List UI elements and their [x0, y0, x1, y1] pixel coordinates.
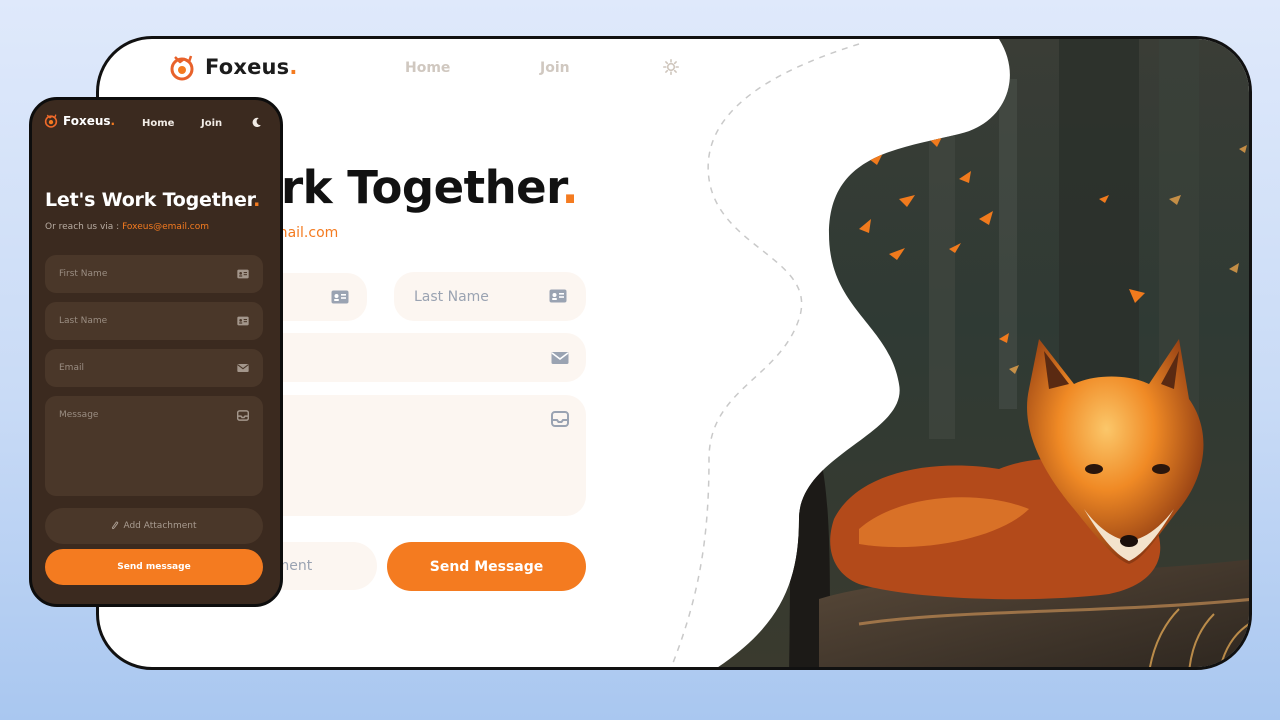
mobile-reach-text: Or reach us via : Foxeus@email.com [45, 222, 210, 232]
mobile-brand-name: Foxeus [63, 113, 111, 128]
mobile-nav-home[interactable]: Home [142, 118, 174, 129]
email-placeholder: Email [59, 363, 84, 373]
attachment-label: Add Attachment [123, 521, 197, 531]
mobile-first-name-field[interactable]: First Name [45, 255, 263, 293]
desktop-send-message-button[interactable]: Send Message [387, 542, 586, 591]
id-card-icon [237, 316, 249, 326]
mobile-mockup: Foxeus. Home Join Let's Work Together. O… [29, 97, 283, 607]
inbox-icon [237, 410, 249, 421]
desktop-last-name-field[interactable]: Last Name [394, 272, 586, 321]
moon-icon[interactable] [251, 117, 262, 128]
fox-logo-icon [44, 114, 58, 128]
mobile-nav-join[interactable]: Join [201, 118, 222, 129]
mobile-page-title: Let's Work Together. [45, 189, 261, 211]
inbox-icon [551, 411, 569, 427]
first-name-placeholder: First Name [59, 269, 108, 279]
sun-icon[interactable] [663, 59, 679, 75]
desktop-nav-join[interactable]: Join [540, 60, 570, 76]
last-name-placeholder: Last Name [59, 316, 108, 326]
mobile-last-name-field[interactable]: Last Name [45, 302, 263, 340]
desktop-nav-home[interactable]: Home [405, 60, 450, 76]
brand-dot: . [289, 55, 298, 79]
mobile-add-attachment-button[interactable]: Add Attachment [45, 508, 263, 544]
envelope-icon [551, 352, 569, 364]
last-name-placeholder: Last Name [414, 289, 489, 305]
mobile-message-field[interactable]: Message [45, 396, 263, 496]
fox-logo-icon [170, 55, 194, 81]
paperclip-icon [112, 521, 119, 530]
id-card-icon [549, 289, 567, 303]
id-card-icon [331, 290, 349, 304]
desktop-brand-name: Foxeus [205, 55, 290, 79]
envelope-icon [237, 364, 249, 372]
mobile-send-message-button[interactable]: Send message [45, 549, 263, 585]
mobile-logo[interactable]: Foxeus. [44, 113, 115, 128]
message-placeholder: Message [59, 410, 99, 420]
id-card-icon [237, 269, 249, 279]
desktop-logo[interactable]: Foxeus. [169, 53, 298, 81]
mobile-contact-email[interactable]: Foxeus@email.com [122, 222, 209, 232]
mobile-email-field[interactable]: Email [45, 349, 263, 387]
